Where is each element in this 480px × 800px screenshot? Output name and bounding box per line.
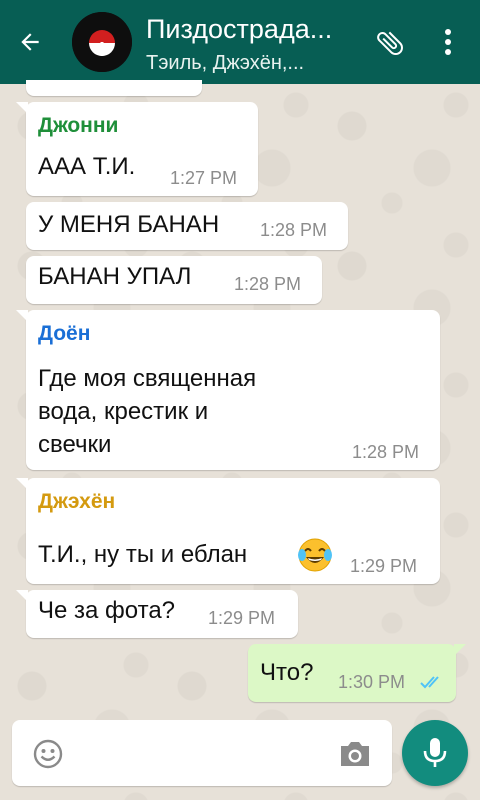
message-text-line: свечки (38, 431, 112, 458)
message-input[interactable] (78, 734, 318, 772)
message-time: 1:27 PM (170, 168, 238, 188)
group-avatar[interactable] (72, 12, 132, 72)
message-bubble[interactable]: Че за фота? 1:29 PM (16, 590, 298, 638)
camera-button[interactable] (338, 740, 372, 768)
message-bubble[interactable]: Джэхён Т.И., ну ты и еблан 1:29 PM (16, 478, 440, 584)
paperclip-icon (377, 31, 403, 56)
message-text: БАНАН УПАЛ (38, 263, 192, 290)
message-time: 1:28 PM (234, 274, 302, 294)
bubble-tail (16, 102, 28, 114)
message-text: У МЕНЯ БАНАН (38, 211, 220, 238)
emoji-icon (33, 739, 63, 769)
message-sender: Джэхён (38, 490, 116, 513)
chat-header: Пиздострада... Тэиль, Джэхён,... (0, 0, 480, 84)
mic-icon (423, 738, 447, 767)
message-bubble[interactable]: БАНАН УПАЛ 1:28 PM (26, 256, 322, 304)
message-sender: Доён (38, 322, 91, 345)
message-time: 1:29 PM (350, 556, 418, 576)
message-text-line: вода, крестик и (38, 398, 209, 425)
more-vert-icon (445, 29, 451, 55)
message-text-line: Где моя священная (38, 365, 257, 392)
chat-participants[interactable]: Тэиль, Джэхён,... (146, 52, 346, 75)
message-time: 1:30 PM (338, 672, 406, 692)
message-text: Че за фота? (38, 597, 176, 624)
avatar-icon (72, 12, 132, 72)
voice-record-button[interactable] (402, 720, 468, 786)
message-bubble[interactable]: У МЕНЯ БАНАН 1:28 PM (26, 202, 348, 250)
message-time: 1:29 PM (208, 608, 276, 628)
bubble-tail (16, 590, 28, 602)
message-bubble-partial[interactable] (26, 80, 202, 96)
outgoing-message-bubble[interactable]: Что? 1:30 PM (248, 644, 466, 702)
message-time: 1:28 PM (352, 442, 420, 462)
message-text: Т.И., ну ты и еблан (38, 541, 248, 568)
message-time: 1:28 PM (260, 220, 328, 240)
back-arrow-icon (21, 33, 39, 51)
camera-icon (341, 742, 369, 766)
more-options-button[interactable] (430, 24, 466, 60)
attach-button[interactable] (370, 26, 410, 60)
message-sender: Джонни (38, 114, 119, 137)
tears-of-joy-emoji-icon (298, 538, 332, 572)
message-bubble[interactable]: Доён Где моя священная вода, крестик и с… (16, 310, 440, 470)
message-text: ААА Т.И. (38, 153, 136, 180)
message-composer (12, 720, 392, 786)
message-text: Что? (260, 659, 314, 686)
bubble-tail (16, 310, 28, 322)
bubble-tail (16, 478, 28, 490)
message-bubble[interactable]: Джонни ААА Т.И. 1:27 PM (16, 102, 258, 196)
bubble-tail (454, 644, 466, 656)
back-button[interactable] (10, 22, 50, 62)
double-check-icon (420, 676, 439, 689)
emoji-button[interactable] (32, 738, 64, 770)
chat-title[interactable]: Пиздострада... (146, 14, 356, 45)
